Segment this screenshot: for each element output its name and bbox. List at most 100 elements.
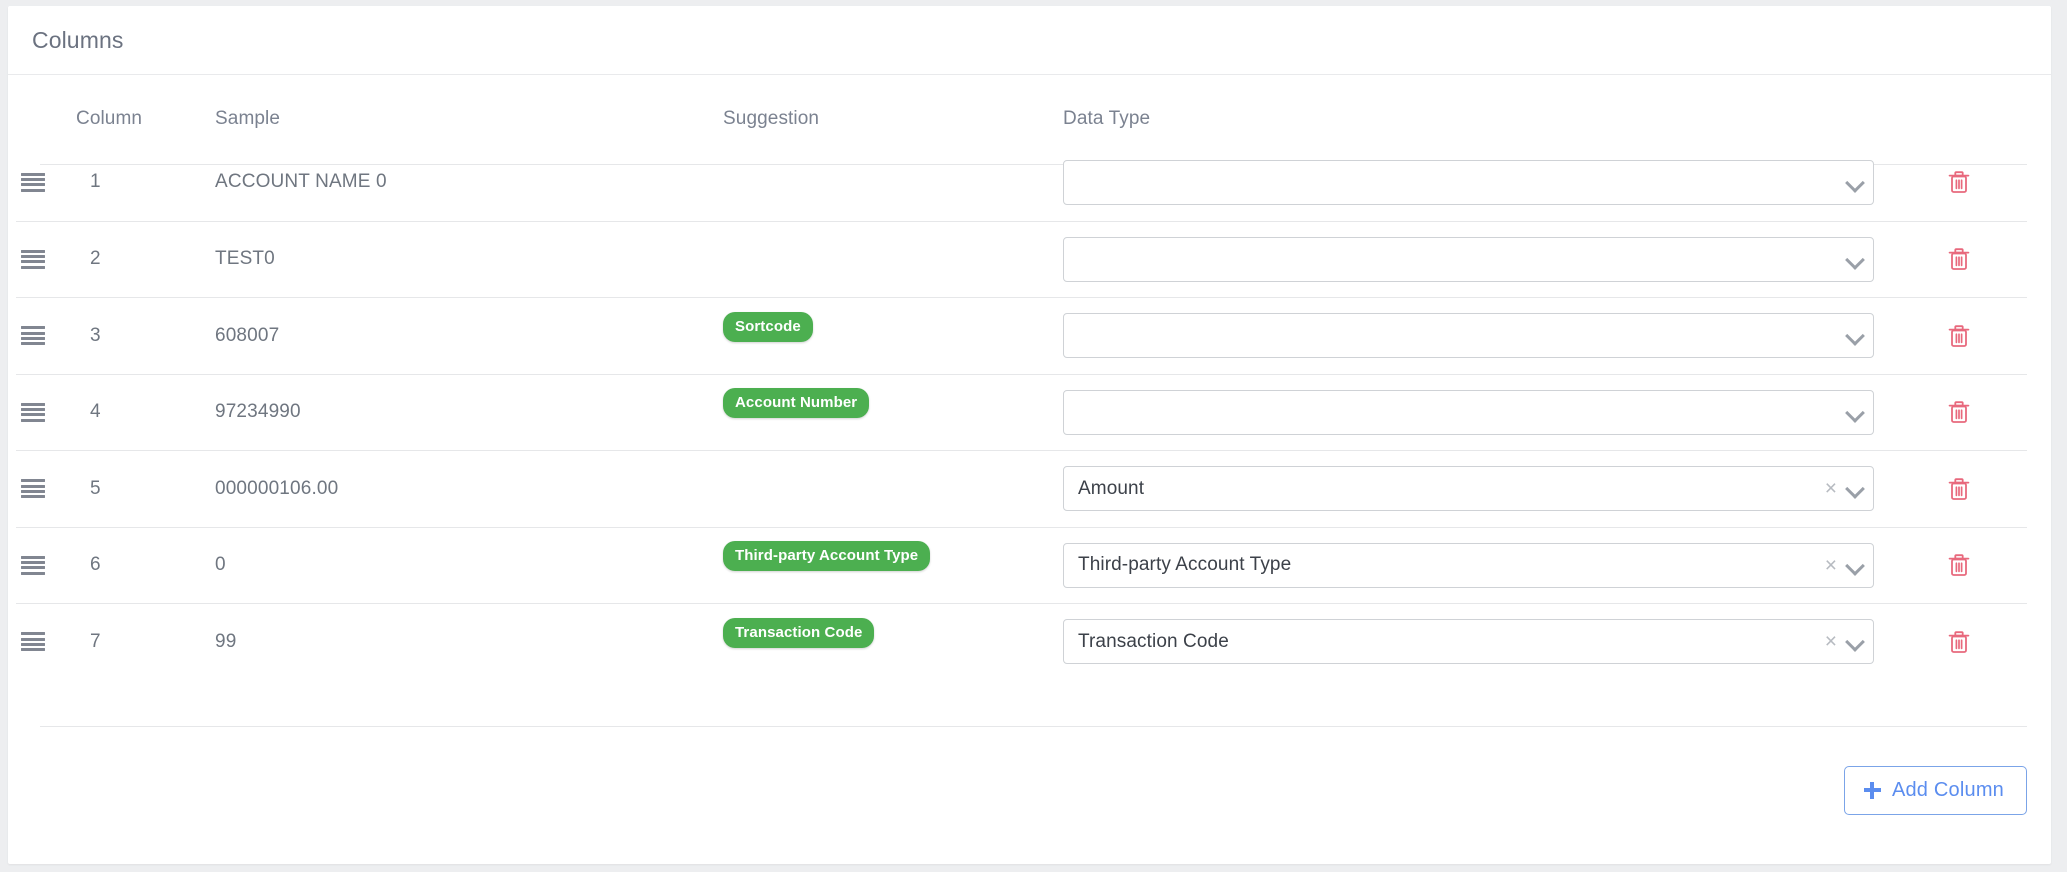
drag-handle-cell[interactable] [16,326,50,346]
row-index-label: 3 [90,324,101,346]
row-index-cell: 1 [50,171,215,193]
sample-value: 99 [215,630,237,652]
drag-handle-icon[interactable] [21,249,45,269]
drag-handle-icon[interactable] [21,326,45,346]
sample-value: 0 [215,554,226,576]
trash-icon[interactable] [1946,628,1972,656]
data-type-header-label: Data Type [1063,108,1151,129]
row-index-cell: 2 [50,248,215,270]
table-row: 2 TEST0 [16,220,2027,298]
footer-divider [40,725,2027,727]
drag-handle-icon[interactable] [21,479,45,499]
chevron-down-icon[interactable] [1846,174,1863,191]
data-type-select[interactable]: Third-party Account Type × [1063,542,1874,588]
page-root: Columns Column Sample Suggestion Data Ty… [0,0,2067,872]
sample-cell: 0 [215,554,723,576]
table-row: 4 97234990 Account Number [16,373,2027,451]
sample-value: 608007 [215,324,280,346]
header-cell-column: Column [50,108,215,130]
delete-cell [1898,398,2027,426]
select-actions: × [1825,544,1863,587]
sample-value: 000000106.00 [215,477,339,499]
trash-icon[interactable] [1946,168,1972,196]
chevron-down-icon[interactable] [1846,404,1863,421]
data-type-select[interactable] [1063,389,1874,435]
chevron-down-icon[interactable] [1846,557,1863,574]
chevron-down-icon[interactable] [1846,480,1863,497]
row-index-cell: 4 [50,401,215,423]
page-title: Columns [32,26,124,53]
data-type-cell [1063,236,1898,282]
table-row: 5 000000106.00 Amount × [16,450,2027,527]
select-actions [1846,238,1863,281]
table-body: 1 ACCOUNT NAME 0 2 TEST0 3 608007 Sortco… [16,144,2027,680]
suggestion-badge: Account Number [723,388,870,419]
data-type-value: Transaction Code [1078,630,1229,652]
row-index-cell: 6 [50,554,215,576]
header-cell-suggestion: Suggestion [723,108,1063,130]
drag-handle-cell[interactable] [16,555,50,575]
trash-icon[interactable] [1946,475,1972,503]
trash-icon[interactable] [1946,398,1972,426]
trash-icon[interactable] [1946,551,1972,579]
data-type-select[interactable] [1063,313,1874,359]
table-row: 7 99 Transaction Code Transaction Code × [16,603,2027,680]
drag-handle-cell[interactable] [16,249,50,269]
drag-handle-cell[interactable] [16,632,50,652]
chevron-down-icon[interactable] [1846,251,1863,268]
add-column-button[interactable]: Add Column [1843,765,2027,815]
trash-icon[interactable] [1946,322,1972,350]
select-actions: × [1825,467,1863,510]
close-x-icon[interactable]: × [1825,555,1837,576]
row-index-label: 4 [90,401,101,423]
row-index-label: 1 [90,171,101,193]
plus-icon [1863,781,1881,799]
row-index-cell: 5 [50,478,215,500]
drag-handle-icon[interactable] [21,632,45,652]
sample-cell: 608007 [215,325,723,347]
sample-header-label: Sample [215,108,281,129]
suggestion-cell: Sortcode [723,311,1063,351]
row-index-label: 7 [90,630,101,652]
drag-handle-cell[interactable] [16,172,50,192]
data-type-select[interactable]: Amount × [1063,466,1874,512]
sample-value: ACCOUNT NAME 0 [215,171,387,193]
data-type-cell [1063,313,1898,359]
suggestion-badge: Transaction Code [723,617,875,648]
suggestion-cell: Transaction Code [723,617,1063,657]
data-type-cell: Transaction Code × [1063,619,1898,665]
sample-cell: 97234990 [215,401,723,423]
row-index-label: 6 [90,554,101,576]
select-actions [1846,314,1863,357]
row-index-cell: 3 [50,325,215,347]
chevron-down-icon[interactable] [1846,633,1863,650]
sample-value: TEST0 [215,248,275,270]
data-type-select[interactable] [1063,159,1874,205]
drag-handle-cell[interactable] [16,479,50,499]
header-cell-data-type: Data Type [1063,108,1898,130]
delete-cell [1898,628,2027,656]
drag-handle-icon[interactable] [21,172,45,192]
close-x-icon[interactable]: × [1825,478,1837,499]
columns-card: Columns Column Sample Suggestion Data Ty… [8,6,2051,864]
card-header: Columns [8,6,2051,75]
columns-table: Column Sample Suggestion Data Type 1 ACC… [8,75,2051,680]
data-type-select[interactable]: Transaction Code × [1063,619,1874,665]
trash-icon[interactable] [1946,245,1972,273]
drag-handle-icon[interactable] [21,402,45,422]
table-header-row: Column Sample Suggestion Data Type [16,75,2027,144]
close-x-icon[interactable]: × [1825,631,1837,652]
drag-handle-cell[interactable] [16,402,50,422]
delete-cell [1898,322,2027,350]
sample-cell: 99 [215,631,723,653]
data-type-cell: Amount × [1063,466,1898,512]
suggestion-cell: Account Number [723,388,1063,427]
row-index-label: 5 [90,477,101,499]
data-type-select[interactable] [1063,236,1874,282]
drag-handle-icon[interactable] [21,555,45,575]
data-type-value: Third-party Account Type [1078,554,1292,576]
select-actions [1846,161,1863,204]
row-index-cell: 7 [50,631,215,653]
select-actions: × [1825,620,1863,663]
chevron-down-icon[interactable] [1846,327,1863,344]
